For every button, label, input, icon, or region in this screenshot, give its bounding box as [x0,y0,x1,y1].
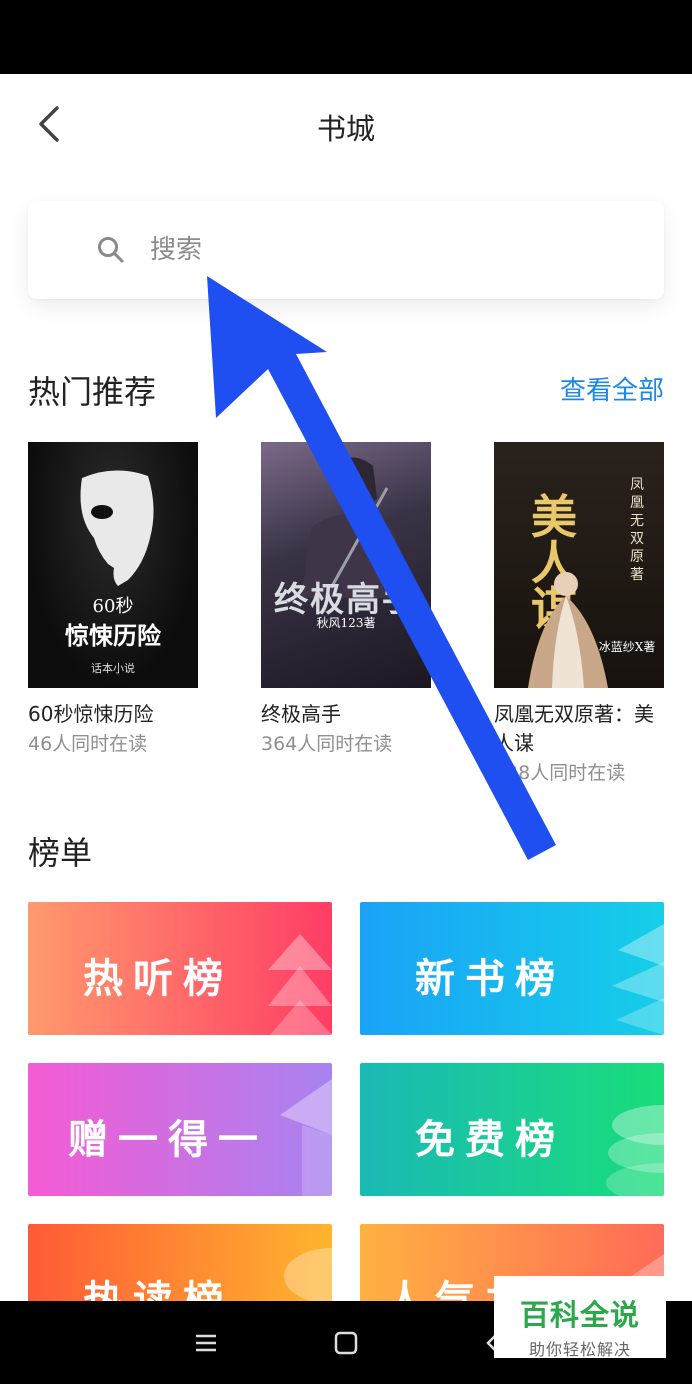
cover-line: 惊悚历险 [65,621,161,650]
header: 书城 [0,74,692,176]
book-card[interactable]: 60秒 惊悚历险 话本小说 60秒惊悚历险 46人同时在读 [28,442,198,759]
lady-image [528,572,608,688]
layers-decoration [612,924,664,1035]
mask-image [80,470,154,586]
rankings-section-title: 榜单 [28,834,93,872]
see-all-link[interactable]: 查看全部 [560,370,664,407]
ranking-label: 热听榜 [83,956,233,1002]
book-readers: 364人同时在读 [261,733,393,755]
cover-line: 话本小说 [91,662,135,675]
watermark-logo: 百科全说 助你轻松解决 [494,1276,666,1359]
ranking-label: 免费榜 [415,1117,565,1163]
book-card[interactable]: 美人谋 凤凰无双原著 冰蓝纱X著 凤凰无双原著：美人谋 128人同时在读 [494,442,664,788]
watermark-sub: 助你轻松解决 [528,1340,631,1359]
home-square-icon[interactable] [332,1329,360,1357]
disc-decoration [284,1248,332,1304]
cover-line: 冰蓝纱X著 [598,640,656,654]
triangle-decoration [268,934,332,1035]
ranking-card-buy-one-get-one[interactable]: 赠一得一 [28,1063,332,1196]
book-title[interactable]: 凤凰无双原著：美人谋 [494,700,664,758]
ranking-label: 新书榜 [415,956,565,1002]
discs-decoration [606,1105,664,1196]
book-readers: 128人同时在读 [494,762,626,784]
cover-line: 凤凰无双原著 [630,477,644,583]
book-card[interactable]: 终极高手 秋风123著 终极高手 364人同时在读 [261,442,431,759]
cube-decoration [280,1079,332,1196]
ranking-card-new-books[interactable]: 新书榜 [360,902,664,1035]
watermark-main: 百科全说 [519,1298,640,1332]
ranking-card-free[interactable]: 免费榜 [360,1063,664,1196]
book-cover[interactable]: 终极高手 秋风123著 [261,442,431,688]
search-icon [98,237,124,263]
book-readers: 46人同时在读 [28,733,148,755]
status-bar [0,0,692,74]
cover-line: 60秒 [92,596,134,617]
book-cover[interactable]: 美人谋 凤凰无双原著 冰蓝纱X著 [494,442,664,688]
ranking-card-hot-listen[interactable]: 热听榜 [28,902,332,1035]
hot-section-title: 热门推荐 [28,373,157,411]
ranking-label: 赠一得一 [68,1117,268,1163]
cover-line: 秋风123著 [316,616,376,630]
search-input[interactable] [150,225,630,275]
book-title[interactable]: 终极高手 [261,700,431,729]
page-title: 书城 [316,112,375,146]
menu-icon[interactable] [192,1329,220,1357]
search-bar[interactable] [28,201,664,299]
book-title[interactable]: 60秒惊悚历险 [28,700,198,729]
book-cover[interactable]: 60秒 惊悚历险 话本小说 [28,442,198,688]
